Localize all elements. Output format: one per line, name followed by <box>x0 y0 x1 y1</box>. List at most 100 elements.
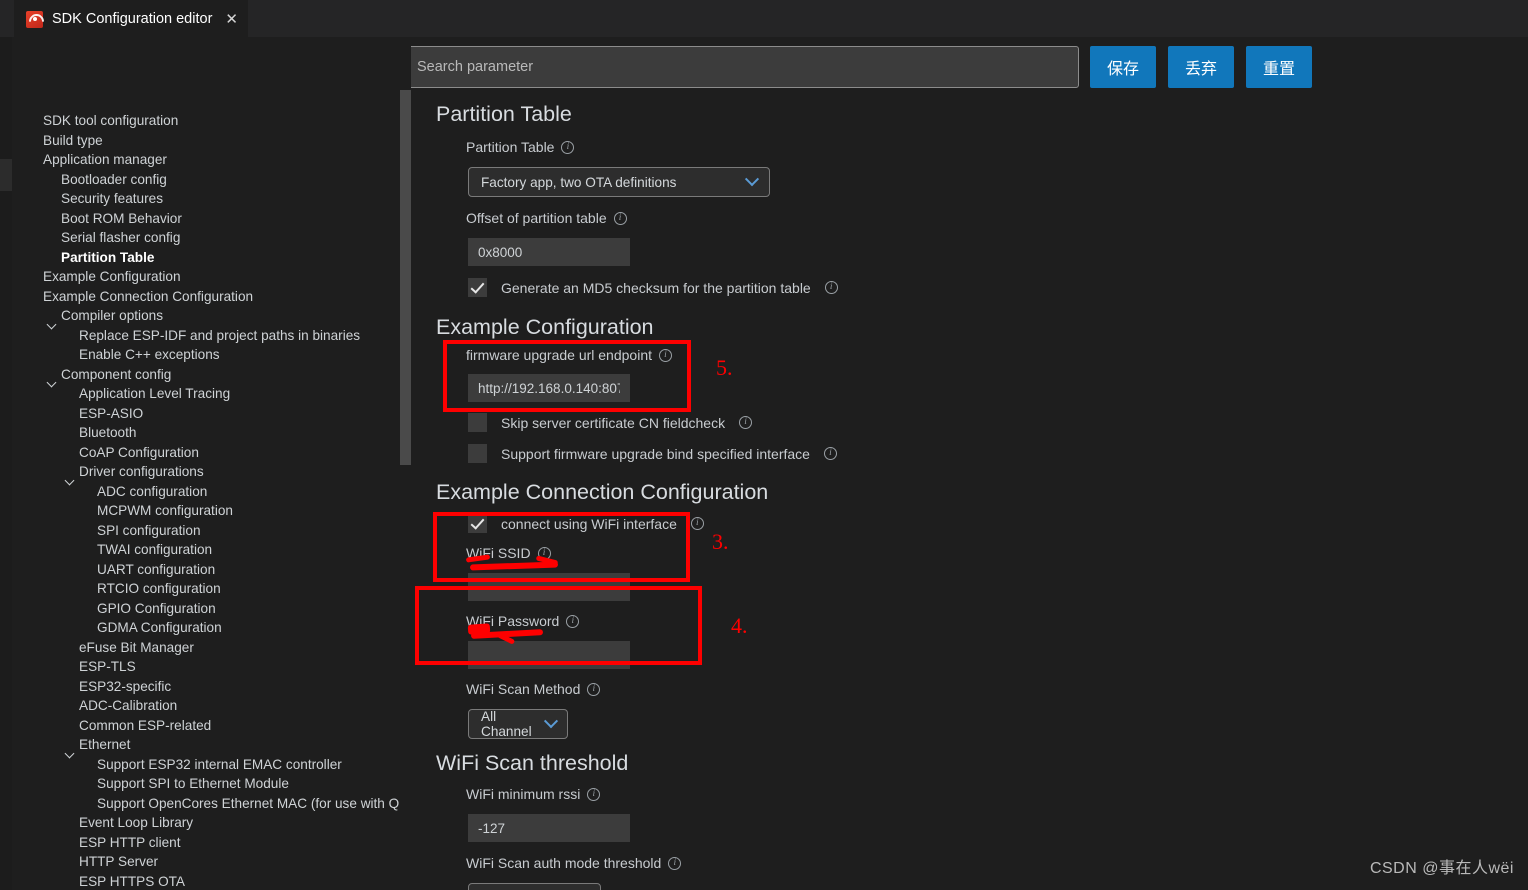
wifi-scan-method-value: All Channel <box>481 709 532 739</box>
sidebar-item-twai-configuration[interactable]: TWAI configuration <box>12 540 400 560</box>
sidebar-item-label: ESP HTTPS OTA <box>79 873 186 889</box>
sidebar-item-application-manager[interactable]: Application manager <box>12 150 400 170</box>
sidebar-item-label: Support OpenCores Ethernet MAC (for use … <box>97 795 400 811</box>
md5-checksum-label: Generate an MD5 checksum for the partiti… <box>501 279 811 296</box>
sidebar-item-label: ESP32-specific <box>79 678 172 694</box>
wifi-minimum-rssi-input[interactable] <box>468 814 630 842</box>
config-tree-panel[interactable]: SDK tool configuration Build type Applicat… <box>12 37 400 890</box>
sidebar-item-support-spi-to-ethernet-module[interactable]: Support SPI to Ethernet Module <box>12 774 400 794</box>
sidebar-item-label: eFuse Bit Manager <box>79 639 194 655</box>
label-wifi-auth-mode-text: WiFi Scan auth mode threshold <box>466 855 662 871</box>
bind-specified-interface-checkbox[interactable] <box>468 444 487 463</box>
info-icon[interactable]: i <box>587 682 601 696</box>
checkbox-row-skip-cn-fieldcheck[interactable]: Skip server certificate CN fieldcheck i <box>468 413 1528 432</box>
sidebar-item-support-opencores-ethernet-mac-for-use-with-qemu[interactable]: Support OpenCores Ethernet MAC (for use … <box>12 794 400 814</box>
checkbox-row-connect-using-wifi[interactable]: connect using WiFi interface i <box>468 514 1528 533</box>
sidebar-item-bluetooth[interactable]: Bluetooth <box>12 423 400 443</box>
sidebar-item-adc-calibration[interactable]: ADC-Calibration <box>12 696 400 716</box>
sidebar-item-application-level-tracing[interactable]: Application Level Tracing <box>12 384 400 404</box>
sidebar-item-security-features[interactable]: Security features <box>12 189 400 209</box>
sidebar-item-partition-table[interactable]: Partition Table <box>12 248 400 268</box>
sidebar-item-driver-configurations[interactable]: Driver configurations <box>12 462 400 482</box>
sidebar-item-boot-rom-behavior[interactable]: Boot ROM Behavior <box>12 209 400 229</box>
save-button[interactable]: 保存 <box>1090 46 1156 88</box>
sidebar-item-spi-configuration[interactable]: SPI configuration <box>12 521 400 541</box>
sidebar-item-esp-asio[interactable]: ESP-ASIO <box>12 404 400 424</box>
info-icon[interactable]: i <box>823 447 837 460</box>
firmware-upgrade-url-input[interactable] <box>468 374 630 402</box>
info-icon[interactable]: i <box>613 211 627 225</box>
sidebar-item-uart-configuration[interactable]: UART configuration <box>12 560 400 580</box>
wifi-scan-auth-mode-select[interactable]: OPEN <box>468 883 601 890</box>
info-icon[interactable]: i <box>659 348 672 362</box>
info-icon[interactable]: i <box>537 546 551 560</box>
info-icon[interactable]: i <box>824 281 838 294</box>
info-icon[interactable]: i <box>561 140 575 154</box>
skip-cn-fieldcheck-label: Skip server certificate CN fieldcheck <box>501 414 726 431</box>
sidebar-item-mcpwm-configuration[interactable]: MCPWM configuration <box>12 501 400 521</box>
sidebar-item-label: GDMA Configuration <box>97 620 222 636</box>
chevron-down-icon <box>747 175 757 190</box>
sidebar-item-label: ESP-TLS <box>79 659 136 675</box>
wifi-password-input[interactable] <box>468 641 630 669</box>
connect-using-wifi-checkbox[interactable] <box>468 514 487 533</box>
md5-checksum-checkbox[interactable] <box>468 278 487 297</box>
label-wifi-minimum-rssi-text: WiFi minimum rssi <box>466 786 581 802</box>
section-heading-example-configuration: Example Configuration <box>436 315 654 339</box>
sidebar-item-rtcio-configuration[interactable]: RTCIO configuration <box>12 579 400 599</box>
sidebar-item-compiler-options[interactable]: Compiler options <box>12 306 400 326</box>
info-icon[interactable]: i <box>690 517 704 530</box>
sidebar-item-efuse-bit-manager[interactable]: eFuse Bit Manager <box>12 638 400 658</box>
sidebar-item-gdma-configuration[interactable]: GDMA Configuration <box>12 618 400 638</box>
wifi-scan-method-select[interactable]: All Channel <box>468 709 568 739</box>
sidebar-item-label: Security features <box>61 191 163 207</box>
offset-of-partition-table-input[interactable] <box>468 238 630 266</box>
config-tree-scrollbar[interactable] <box>400 90 411 465</box>
sidebar-item-coap-configuration[interactable]: CoAP Configuration <box>12 443 400 463</box>
sidebar-item-esp-https-ota[interactable]: ESP HTTPS OTA <box>12 872 400 890</box>
sidebar-item-label: Serial flasher config <box>61 230 181 246</box>
sidebar-item-common-esp-related[interactable]: Common ESP-related <box>12 716 400 736</box>
discard-button[interactable]: 丢弃 <box>1168 46 1234 88</box>
checkbox-row-md5-checksum[interactable]: Generate an MD5 checksum for the partiti… <box>468 278 1528 297</box>
sidebar-item-gpio-configuration[interactable]: GPIO Configuration <box>12 599 400 619</box>
config-tree-list: SDK tool configuration Build type Applicat… <box>12 111 400 890</box>
config-main-panel: 保存 丢弃 重置 Partition Table Partition Table… <box>411 37 1528 890</box>
skip-cn-fieldcheck-checkbox[interactable] <box>468 413 487 432</box>
sidebar-item-http-server[interactable]: HTTP Server <box>12 852 400 872</box>
info-icon[interactable]: i <box>739 416 753 429</box>
sidebar-item-replace-esp-idf-and-project-paths-in-binaries[interactable]: Replace ESP-IDF and project paths in bin… <box>12 326 400 346</box>
label-firmware-upgrade-url-endpoint: firmware upgrade url endpoint i <box>466 347 1528 363</box>
sidebar-item-example-connection-configuration[interactable]: Example Connection Configuration <box>12 287 400 307</box>
reset-button[interactable]: 重置 <box>1246 46 1312 88</box>
sidebar-item-example-configuration[interactable]: Example Configuration <box>12 267 400 287</box>
wifi-ssid-input[interactable] <box>468 573 630 601</box>
checkbox-row-bind-specified-interface[interactable]: Support firmware upgrade bind specified … <box>468 444 1528 463</box>
sidebar-item-serial-flasher-config[interactable]: Serial flasher config <box>12 228 400 248</box>
info-icon[interactable]: i <box>566 614 580 628</box>
label-wifi-scan-auth-mode-threshold: WiFi Scan auth mode threshold i <box>466 855 1528 871</box>
info-icon[interactable]: i <box>668 856 682 870</box>
sidebar-item-build-type[interactable]: Build type <box>12 131 400 151</box>
main-toolbar: 保存 丢弃 重置 <box>411 46 1528 88</box>
sidebar-item-bootloader-config[interactable]: Bootloader config <box>12 170 400 190</box>
sidebar-item-sdk-tool-configuration[interactable]: SDK tool configuration <box>12 111 400 131</box>
sidebar-item-esp32-specific[interactable]: ESP32-specific <box>12 677 400 697</box>
sidebar-item-enable-c-exceptions[interactable]: Enable C++ exceptions <box>12 345 400 365</box>
sidebar-item-label: SDK tool configuration <box>43 113 179 129</box>
partition-table-select[interactable]: Factory app, two OTA definitions <box>468 167 770 197</box>
tab-sdk-configuration-editor[interactable]: SDK Configuration editor ✕ <box>14 0 248 37</box>
sidebar-item-label: ADC-Calibration <box>79 698 178 714</box>
sidebar-item-label: ADC configuration <box>97 483 208 499</box>
search-input[interactable] <box>411 46 1079 88</box>
sidebar-item-label: Support SPI to Ethernet Module <box>97 776 289 792</box>
sidebar-item-esp-http-client[interactable]: ESP HTTP client <box>12 833 400 853</box>
sidebar-item-event-loop-library[interactable]: Event Loop Library <box>12 813 400 833</box>
sidebar-item-ethernet[interactable]: Ethernet <box>12 735 400 755</box>
sidebar-item-label: Bluetooth <box>79 425 137 441</box>
sidebar-item-esp-tls[interactable]: ESP-TLS <box>12 657 400 677</box>
info-icon[interactable]: i <box>587 787 601 801</box>
close-icon[interactable]: ✕ <box>225 12 238 27</box>
sidebar-item-component-config[interactable]: Component config <box>12 365 400 385</box>
label-wifi-password: WiFi Password i <box>466 613 1528 629</box>
